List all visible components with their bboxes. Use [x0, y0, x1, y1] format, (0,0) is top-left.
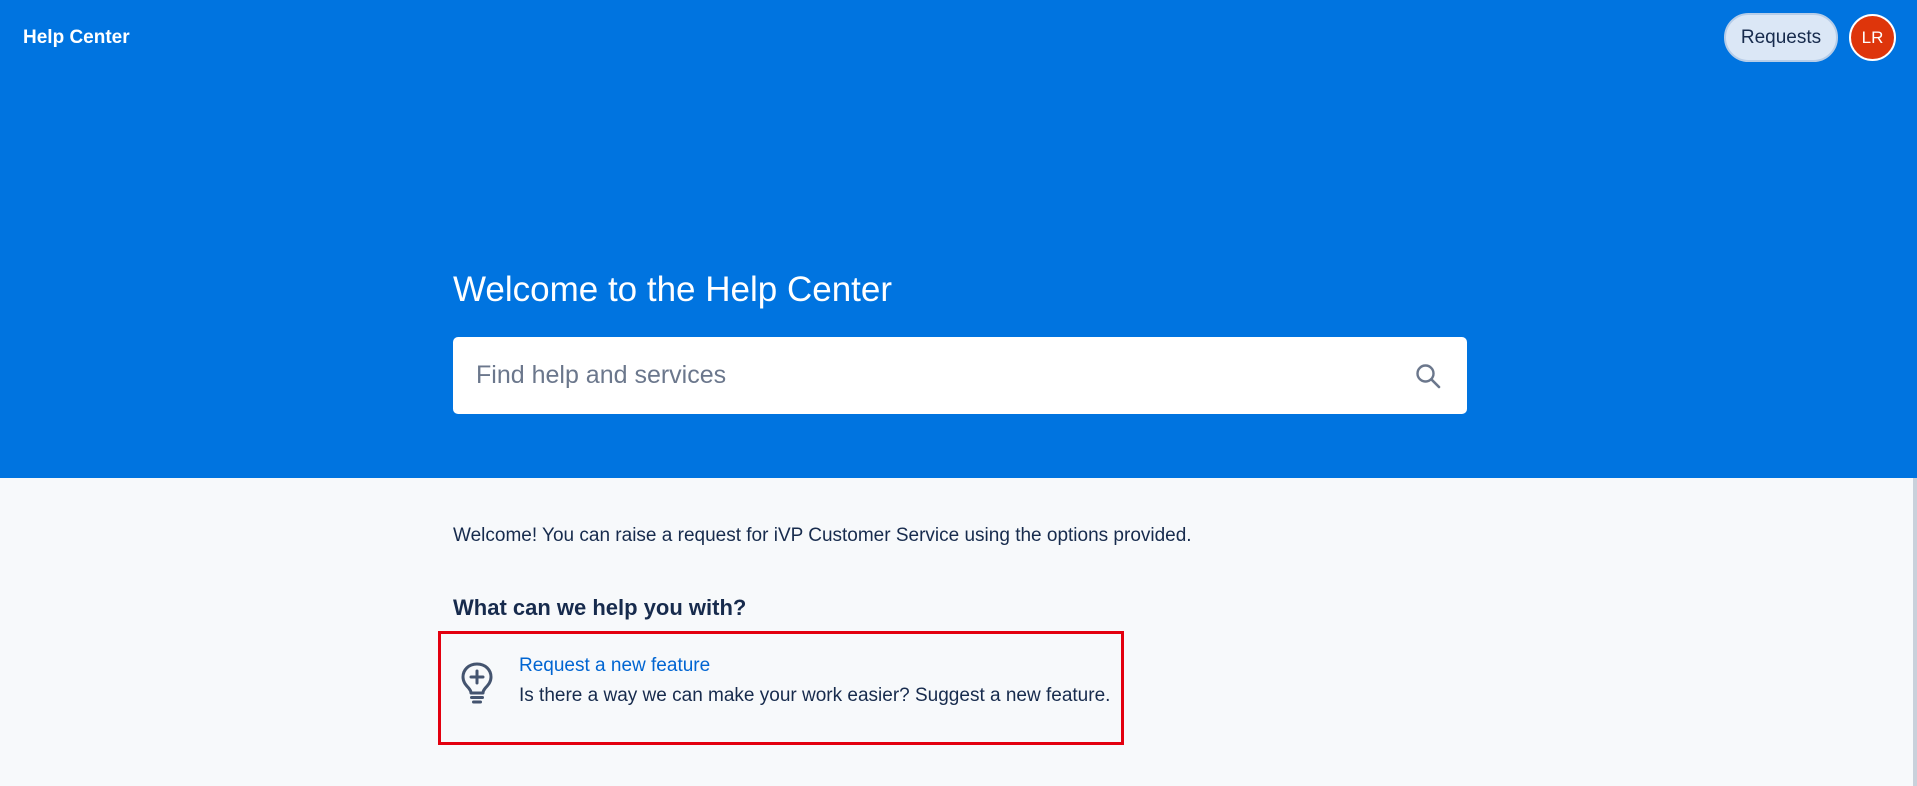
scrollbar-track: [1913, 478, 1917, 786]
search-icon[interactable]: [1413, 361, 1443, 391]
search-box: [453, 337, 1467, 414]
requests-button[interactable]: Requests: [1724, 13, 1838, 62]
request-type-title[interactable]: Request a new feature: [519, 655, 710, 677]
intro-text: Welcome! You can raise a request for iVP…: [453, 525, 1192, 546]
user-avatar[interactable]: LR: [1849, 14, 1896, 61]
site-title-link[interactable]: Help Center: [23, 27, 130, 49]
request-type-feature[interactable]: Request a new feature Is there a way we …: [438, 631, 1124, 745]
request-type-description: Is there a way we can make your work eas…: [519, 685, 1111, 706]
lightbulb-plus-icon: [458, 661, 496, 705]
section-heading: What can we help you with?: [453, 595, 747, 620]
search-input[interactable]: [453, 337, 1413, 414]
page-title: Welcome to the Help Center: [453, 270, 893, 309]
hero-banner: Help Center Requests LR Welcome to the H…: [0, 0, 1917, 478]
